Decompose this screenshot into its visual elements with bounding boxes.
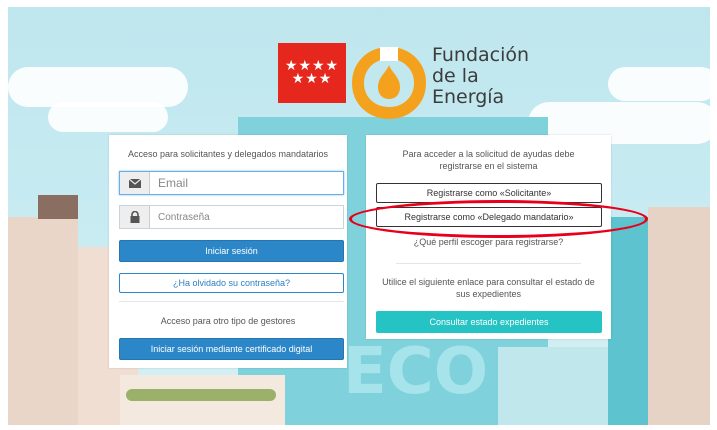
register-delegate-button[interactable]: Registrarse como «Delegado mandatario» bbox=[376, 207, 602, 227]
register-panel: Para acceder a la solicitud de ayudas de… bbox=[366, 135, 611, 339]
forgot-password-button[interactable]: ¿Ha olvidado su contraseña? bbox=[119, 273, 344, 293]
register-panel-title: Para acceder a la solicitud de ayudas de… bbox=[402, 149, 575, 171]
background-building-right-2 bbox=[648, 207, 710, 425]
password-input[interactable] bbox=[150, 206, 343, 228]
status-info-text: Utilice el siguiente enlace para consult… bbox=[382, 277, 595, 299]
background-tower-sign: ECO bbox=[343, 335, 489, 409]
foundation-name: Fundación de la Energía bbox=[432, 45, 529, 108]
cloud bbox=[8, 67, 188, 107]
divider bbox=[396, 263, 581, 264]
cloud bbox=[608, 67, 710, 101]
foundation-mark-icon bbox=[350, 43, 428, 121]
email-field-group bbox=[119, 171, 344, 195]
background-building-right-3 bbox=[498, 347, 608, 425]
password-field-group bbox=[119, 205, 344, 229]
divider bbox=[119, 301, 344, 302]
foundation-name-line: Fundación bbox=[432, 44, 530, 66]
background-building-left bbox=[8, 217, 78, 425]
foundation-name-line: de la bbox=[432, 65, 479, 87]
other-access-title: Acceso para otro tipo de gestores bbox=[160, 316, 296, 326]
cloud bbox=[48, 102, 168, 132]
envelope-icon bbox=[120, 172, 150, 194]
background-building-left-roof bbox=[38, 195, 78, 219]
register-applicant-button[interactable]: Registrarse como «Solicitante» bbox=[376, 183, 602, 203]
check-status-button[interactable]: Consultar estado expedientes bbox=[376, 311, 602, 333]
email-input[interactable] bbox=[150, 172, 343, 194]
brand-logo: ★★★★ ★★★ Fundación de la Energía bbox=[278, 43, 529, 121]
lock-icon bbox=[120, 206, 150, 228]
certificate-login-button[interactable]: Iniciar sesión mediante certificado digi… bbox=[119, 338, 344, 360]
background-plants bbox=[126, 389, 276, 401]
login-button[interactable]: Iniciar sesión bbox=[119, 240, 344, 262]
login-panel-title: Acceso para solicitantes y delegados man… bbox=[127, 149, 329, 159]
background-building-right bbox=[608, 217, 648, 425]
login-panel: Acceso para solicitantes y delegados man… bbox=[109, 135, 347, 368]
profile-help-link[interactable]: ¿Qué perfil escoger para registrarse? bbox=[366, 237, 611, 247]
foundation-name-line: Energía bbox=[432, 86, 505, 108]
madrid-flag-icon: ★★★★ ★★★ bbox=[278, 43, 346, 103]
